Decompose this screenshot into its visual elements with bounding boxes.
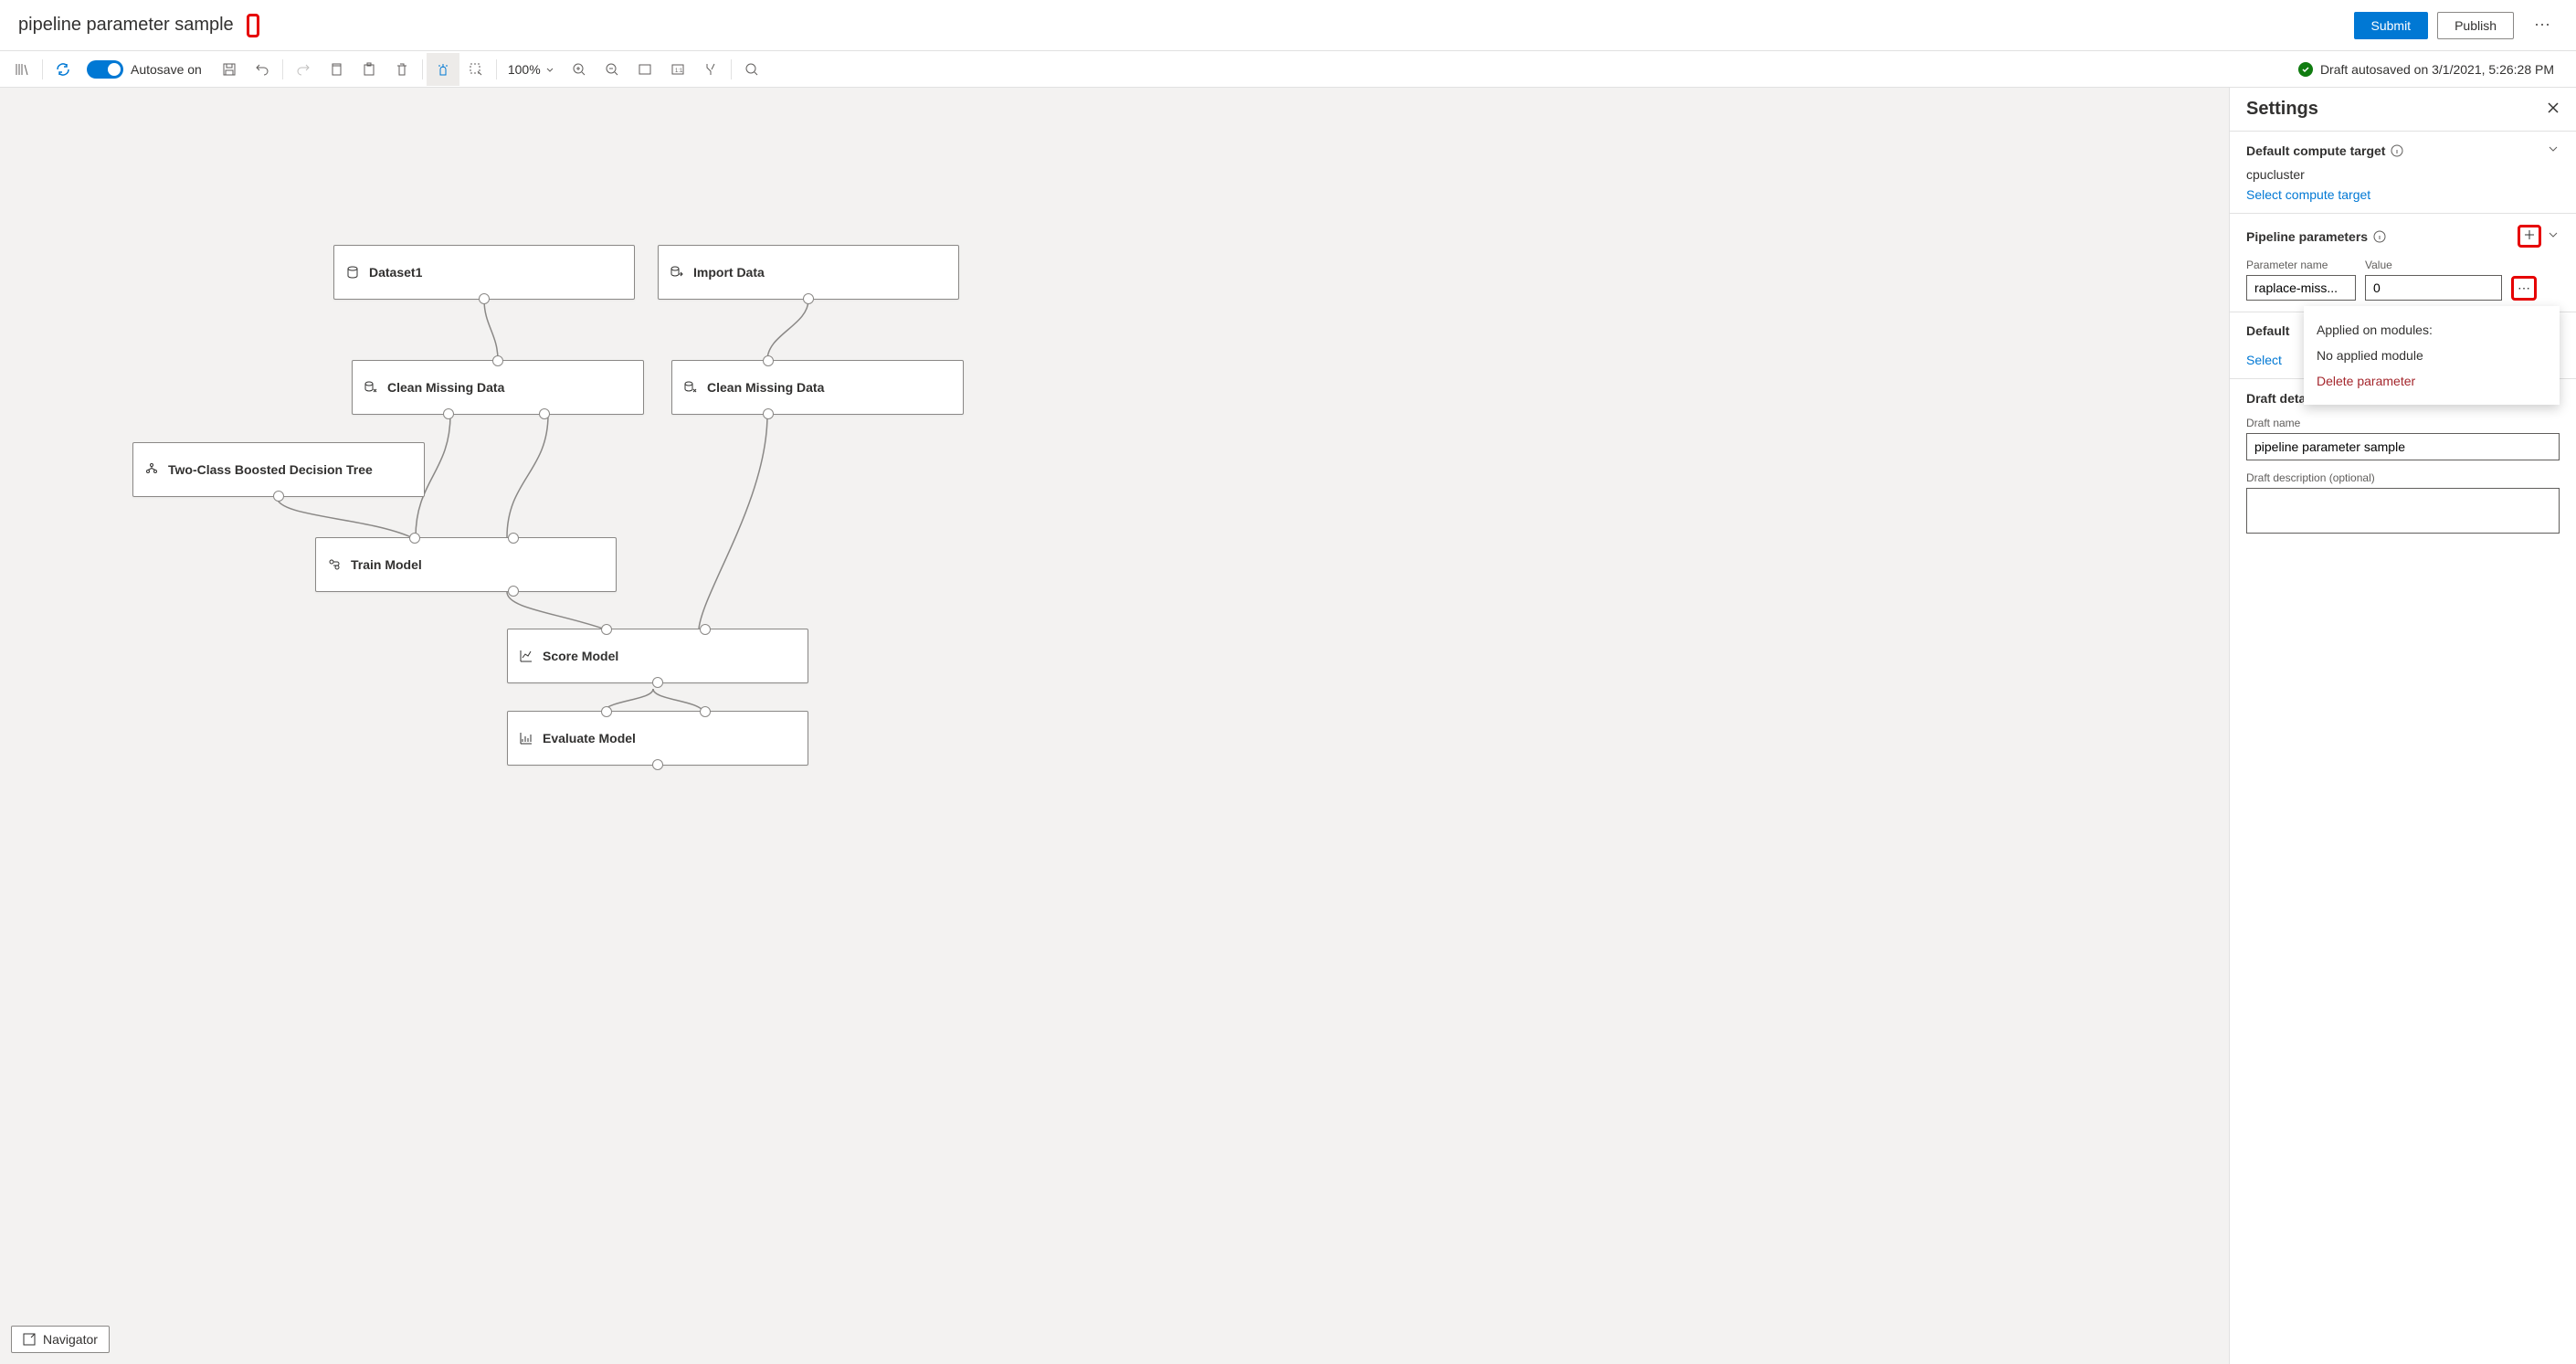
- fit-screen-icon[interactable]: [628, 53, 661, 86]
- param-name-header: Parameter name: [2246, 259, 2356, 271]
- draft-desc-label: Draft description (optional): [2246, 471, 2560, 484]
- param-name-input[interactable]: [2246, 275, 2356, 301]
- paste-icon[interactable]: [353, 53, 385, 86]
- plus-icon: [2523, 228, 2536, 244]
- top-bar: pipeline parameter sample Submit Publish…: [0, 0, 2576, 51]
- zoom-level[interactable]: 100%: [508, 62, 555, 77]
- svg-text:1:1: 1:1: [675, 69, 683, 74]
- settings-gear-highlight[interactable]: [247, 14, 259, 37]
- score-icon: [519, 649, 533, 663]
- pipeline-canvas[interactable]: Dataset1 Import Data Clean Missing Data …: [0, 88, 2229, 1364]
- pan-icon[interactable]: [427, 53, 459, 86]
- draft-desc-input[interactable]: [2246, 488, 2560, 534]
- select-compute-link[interactable]: Select compute target: [2246, 187, 2370, 202]
- autosave-status: Draft autosaved on 3/1/2021, 5:26:28 PM: [2298, 62, 2571, 77]
- zoom-out-icon[interactable]: [596, 53, 628, 86]
- node-dataset1[interactable]: Dataset1: [333, 245, 635, 300]
- select-icon[interactable]: [459, 53, 492, 86]
- delete-icon[interactable]: [385, 53, 418, 86]
- search-icon[interactable]: [735, 53, 768, 86]
- applied-modules-value: No applied module: [2317, 343, 2547, 368]
- pipeline-title: pipeline parameter sample: [18, 15, 234, 36]
- chevron-down-icon[interactable]: [2547, 228, 2560, 244]
- param-value-input[interactable]: [2365, 275, 2502, 301]
- zoom-in-icon[interactable]: [563, 53, 596, 86]
- refresh-icon[interactable]: [47, 53, 79, 86]
- info-icon[interactable]: [2373, 230, 2386, 243]
- evaluate-icon: [519, 731, 533, 745]
- publish-button[interactable]: Publish: [2437, 12, 2514, 39]
- node-train-model[interactable]: Train Model: [315, 537, 617, 592]
- database-icon: [345, 265, 360, 280]
- param-more-highlight[interactable]: ⋯: [2511, 276, 2537, 301]
- navigator-button[interactable]: Navigator: [11, 1326, 110, 1353]
- applied-modules-label: Applied on modules:: [2317, 317, 2547, 343]
- settings-panel: Settings Default compute target cpuclust…: [2229, 88, 2576, 1364]
- copy-icon[interactable]: [320, 53, 353, 86]
- parameters-section: Pipeline parameters Parameter name Value…: [2230, 213, 2576, 312]
- chevron-down-icon[interactable]: [2547, 143, 2560, 158]
- submit-button[interactable]: Submit: [2354, 12, 2429, 39]
- node-clean-missing-1[interactable]: Clean Missing Data: [352, 360, 644, 415]
- close-icon[interactable]: [2547, 101, 2560, 117]
- param-value-header: Value: [2365, 259, 2392, 271]
- save-icon[interactable]: [213, 53, 246, 86]
- clean-icon: [683, 380, 698, 395]
- add-parameter-highlight[interactable]: [2518, 225, 2541, 248]
- node-evaluate-model[interactable]: Evaluate Model: [507, 711, 808, 766]
- panel-title: Settings: [2246, 99, 2318, 120]
- parameter-row: ⋯ Applied on modules: No applied module …: [2246, 275, 2560, 301]
- import-icon: [670, 265, 684, 280]
- train-icon: [327, 557, 342, 572]
- parameter-context-menu: Applied on modules: No applied module De…: [2304, 306, 2560, 405]
- draft-name-label: Draft name: [2246, 417, 2560, 429]
- library-icon[interactable]: [5, 53, 38, 86]
- undo-icon[interactable]: [246, 53, 279, 86]
- draft-name-input[interactable]: [2246, 433, 2560, 460]
- autosave-toggle[interactable]: [87, 60, 123, 79]
- autosave-label: Autosave on: [131, 62, 202, 77]
- node-import-data[interactable]: Import Data: [658, 245, 959, 300]
- redo-icon[interactable]: [287, 53, 320, 86]
- clean-icon: [364, 380, 378, 395]
- more-menu-icon[interactable]: ⋯: [2527, 12, 2558, 38]
- auto-layout-icon[interactable]: [694, 53, 727, 86]
- compute-value: cpucluster: [2246, 167, 2560, 182]
- node-score-model[interactable]: Score Model: [507, 629, 808, 683]
- actual-size-icon[interactable]: 1:1: [661, 53, 694, 86]
- info-icon[interactable]: [2391, 144, 2403, 157]
- node-decision-tree[interactable]: Two-Class Boosted Decision Tree: [132, 442, 425, 497]
- success-icon: [2298, 62, 2313, 77]
- select-datastore-link[interactable]: Select: [2246, 353, 2282, 367]
- compute-section: Default compute target cpucluster Select…: [2230, 131, 2576, 213]
- toolbar: Autosave on 100% 1:1 Draft autosaved on …: [0, 51, 2576, 88]
- delete-parameter-link[interactable]: Delete parameter: [2317, 368, 2547, 394]
- node-clean-missing-2[interactable]: Clean Missing Data: [671, 360, 964, 415]
- tree-icon: [144, 462, 159, 477]
